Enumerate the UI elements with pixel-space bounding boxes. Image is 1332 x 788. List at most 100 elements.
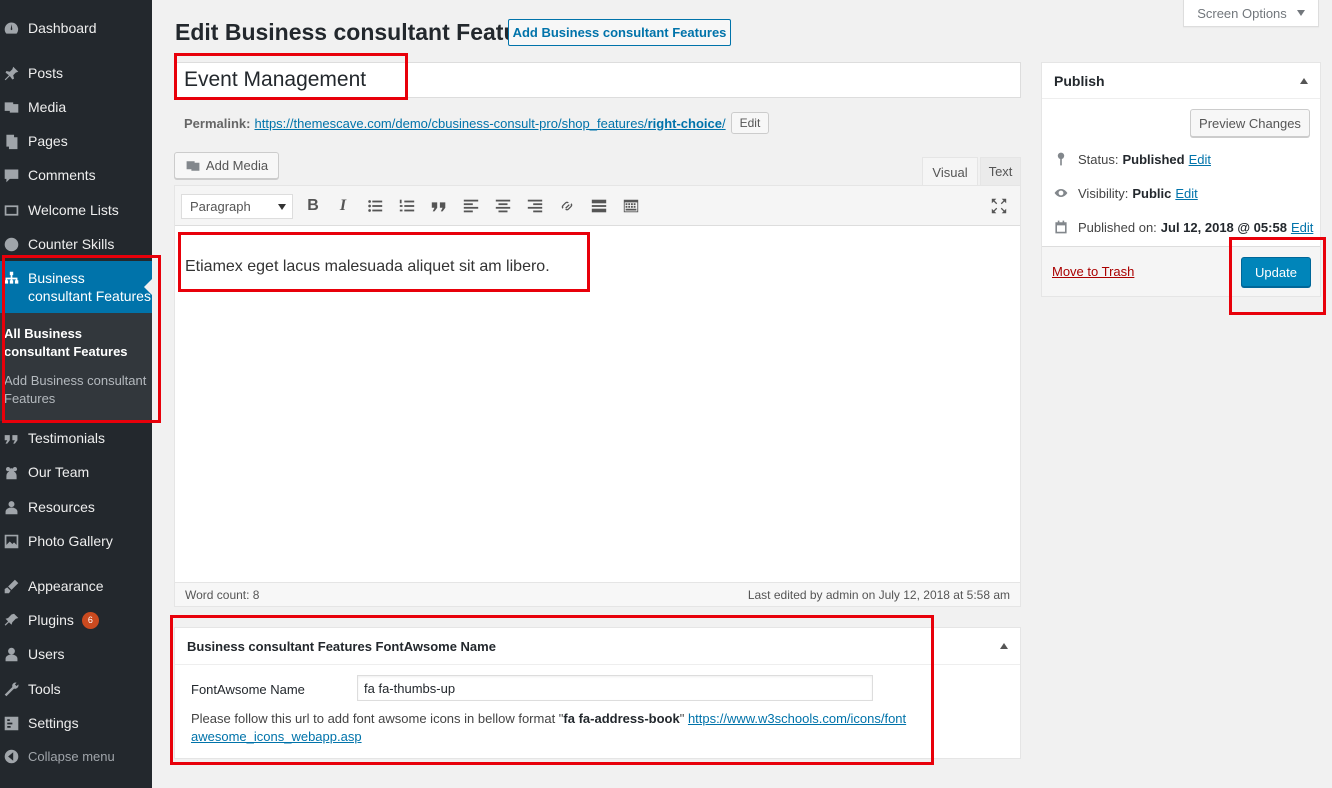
update-button[interactable]: Update	[1241, 257, 1311, 287]
admin-sidebar: Dashboard Posts Media Pages Comments Wel…	[0, 0, 152, 788]
caret-up-icon[interactable]	[1300, 77, 1308, 84]
caret-up-icon[interactable]	[1000, 643, 1008, 649]
sidebar-item-our-team[interactable]: Our Team	[0, 457, 152, 487]
wrench-icon	[2, 680, 20, 698]
visibility-value: Public	[1132, 185, 1172, 201]
sidebar-item-appearance[interactable]: Appearance	[0, 571, 152, 601]
preview-changes-button[interactable]: Preview Changes	[1190, 109, 1310, 137]
permalink-link[interactable]: https://themescave.com/demo/cbusiness-co…	[254, 116, 725, 131]
sidebar-item-plugins[interactable]: Plugins 6	[0, 605, 152, 635]
help-suffix: "	[679, 711, 688, 726]
quote-icon	[2, 429, 20, 447]
sidebar-item-label: Users	[28, 646, 65, 662]
caret-down-icon	[1296, 10, 1305, 16]
sidebar-item-users[interactable]: Users	[0, 639, 152, 669]
numbered-list-icon[interactable]	[397, 196, 417, 216]
sidebar-item-photo-gallery[interactable]: Photo Gallery	[0, 526, 152, 556]
permalink-end: /	[721, 115, 726, 131]
plugins-update-badge: 6	[81, 611, 99, 629]
format-select[interactable]: Paragraph	[181, 194, 293, 219]
published-value: Jul 12, 2018 @ 05:58	[1160, 219, 1287, 235]
collapse-menu-button[interactable]: Collapse menu	[0, 741, 152, 771]
screen-options-label: Screen Options	[1197, 5, 1287, 21]
user-icon	[2, 645, 20, 663]
move-to-trash-link[interactable]: Move to Trash	[1052, 264, 1134, 279]
comment-icon	[2, 166, 20, 184]
calendar-icon	[1052, 218, 1070, 236]
add-media-button[interactable]: Add Media	[174, 152, 279, 179]
bullet-list-icon[interactable]	[365, 196, 385, 216]
current-indicator	[144, 279, 152, 295]
sidebar-item-media[interactable]: Media	[0, 92, 152, 122]
published-edit-link[interactable]: Edit	[1291, 220, 1313, 235]
sidebar-item-counter-skills[interactable]: Counter Skills	[0, 229, 152, 259]
editor-toolbar: Paragraph B I	[175, 186, 1020, 226]
sitemap-icon	[2, 269, 20, 287]
screen-options-button[interactable]: Screen Options	[1183, 0, 1319, 27]
sidebar-item-welcome-lists[interactable]: Welcome Lists	[0, 195, 152, 225]
align-left-icon[interactable]	[461, 196, 481, 216]
bold-icon[interactable]: B	[303, 196, 323, 216]
counter-icon	[2, 235, 20, 253]
submenu-all-features[interactable]: All Business consultant Features	[4, 325, 149, 361]
fullscreen-icon[interactable]	[989, 196, 1009, 216]
sidebar-item-posts[interactable]: Posts	[0, 58, 152, 88]
sidebar-item-comments[interactable]: Comments	[0, 160, 152, 190]
sidebar-item-label: Testimonials	[28, 430, 106, 446]
status-edit-link[interactable]: Edit	[1189, 152, 1211, 167]
fontawesome-name-input[interactable]: fa fa-thumbs-up	[357, 675, 873, 701]
pin-icon	[1052, 150, 1070, 168]
editor-content[interactable]: Etiamex eget lacus malesuada aliquet sit…	[185, 258, 550, 276]
sidebar-item-label: Tools	[28, 681, 61, 697]
align-center-icon[interactable]	[493, 196, 513, 216]
sidebar-item-label: Posts	[28, 65, 64, 81]
submenu-add-feature[interactable]: Add Business consultant Features	[4, 372, 149, 408]
editor-status-bar: Word count: 8 Last edited by admin on Ju…	[175, 582, 1020, 606]
blockquote-icon[interactable]	[429, 196, 449, 216]
sidebar-item-label: Dashboard	[28, 20, 97, 36]
link-icon[interactable]	[557, 196, 577, 216]
tab-visual[interactable]: Visual	[922, 157, 978, 186]
dashboard-icon	[2, 19, 20, 37]
permalink-base: https://themescave.com/demo/cbusiness-co…	[254, 115, 648, 131]
media-icon	[2, 98, 20, 116]
post-title-input[interactable]: Event Management	[174, 62, 1021, 98]
permalink-row: Permalink: https://themescave.com/demo/c…	[184, 112, 770, 134]
add-new-button[interactable]: Add Business consultant Features	[508, 19, 731, 46]
sidebar-item-label: Appearance	[28, 578, 104, 594]
sidebar-item-label: Resources	[28, 499, 95, 515]
sidebar-item-business-consultant-features[interactable]: Business consultant Features	[0, 261, 152, 313]
sidebar-item-resources[interactable]: Resources	[0, 492, 152, 522]
sidebar-item-settings[interactable]: Settings	[0, 708, 152, 738]
status-label: Status:	[1078, 151, 1119, 167]
pin-icon	[2, 64, 20, 82]
sidebar-item-testimonials[interactable]: Testimonials	[0, 423, 152, 453]
italic-icon[interactable]: I	[333, 196, 353, 216]
settings-icon	[2, 714, 20, 732]
tab-text[interactable]: Text	[980, 157, 1021, 186]
metabox-header[interactable]: Business consultant Features FontAwsome …	[175, 628, 1020, 665]
resources-icon	[2, 498, 20, 516]
publish-header[interactable]: Publish	[1042, 63, 1320, 99]
sidebar-item-dashboard[interactable]: Dashboard	[0, 13, 152, 43]
word-count: Word count: 8	[185, 587, 260, 602]
sidebar-submenu: All Business consultant Features Add Bus…	[0, 313, 152, 421]
caret-down-icon	[278, 203, 286, 210]
collapse-label: Collapse menu	[28, 748, 115, 764]
visibility-row: Visibility: Public Edit	[1052, 183, 1198, 203]
help-prefix: Please follow this url to add font awsom…	[191, 711, 564, 726]
sidebar-item-label: Settings	[28, 715, 79, 731]
toolbar-toggle-icon[interactable]	[621, 196, 641, 216]
align-right-icon[interactable]	[525, 196, 545, 216]
sidebar-item-label: Media	[28, 99, 67, 115]
fontawesome-name-label: FontAwsome Name	[191, 682, 305, 697]
team-icon	[2, 463, 20, 481]
eye-icon	[1052, 184, 1070, 202]
sidebar-item-pages[interactable]: Pages	[0, 126, 152, 156]
sidebar-item-label: Pages	[28, 133, 68, 149]
read-more-icon[interactable]	[589, 196, 609, 216]
sidebar-item-tools[interactable]: Tools	[0, 674, 152, 704]
add-media-label: Add Media	[205, 158, 269, 173]
visibility-edit-link[interactable]: Edit	[1175, 186, 1197, 201]
permalink-edit-button[interactable]: Edit	[730, 112, 770, 134]
